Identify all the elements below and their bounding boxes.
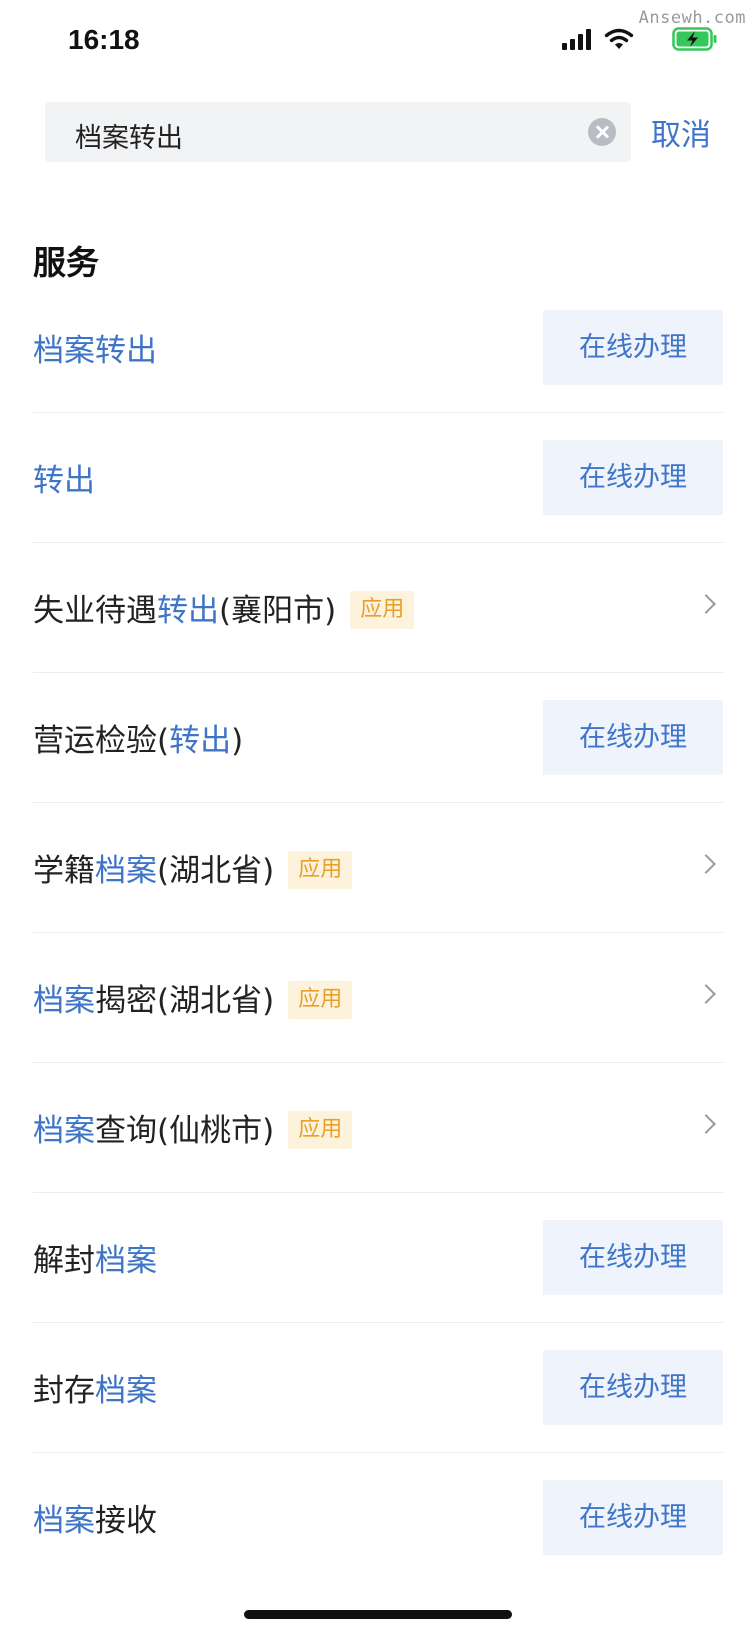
title-text: 营运检验(	[33, 723, 170, 759]
keyword-highlight: 档案	[33, 983, 95, 1019]
service-list: 档案转出 在线办理 转出 在线办理 失业待遇转出(襄阳市) 应用 营运检验(转出) 在线办理学…	[33, 283, 723, 1582]
keyword-highlight: 档案	[95, 1373, 157, 1409]
online-service-button[interactable]: 在线办理	[543, 310, 723, 385]
online-service-button[interactable]: 在线办理	[543, 1220, 723, 1295]
title-text: 查询(仙桃市)	[95, 1113, 275, 1149]
clear-icon[interactable]	[588, 118, 616, 146]
service-title: 档案揭密(湖北省) 应用	[33, 975, 353, 1022]
chevron-right-icon[interactable]	[696, 1114, 716, 1134]
home-indicator[interactable]	[244, 1610, 512, 1619]
service-title: 失业待遇转出(襄阳市) 应用	[33, 585, 415, 632]
service-item[interactable]: 营运检验(转出) 在线办理	[33, 673, 723, 803]
chevron-right-icon[interactable]	[696, 594, 716, 614]
service-item[interactable]: 档案揭密(湖北省) 应用	[33, 933, 723, 1063]
status-time: 16:18	[68, 24, 140, 55]
service-title: 封存档案	[33, 1365, 157, 1410]
chevron-right-icon[interactable]	[696, 984, 716, 1004]
service-item[interactable]: 失业待遇转出(襄阳市) 应用	[33, 543, 723, 673]
search-input[interactable]: 档案转出	[45, 102, 631, 162]
search-query[interactable]: 档案转出	[75, 116, 183, 155]
online-service-button[interactable]: 在线办理	[543, 1350, 723, 1425]
section-title: 服务	[33, 243, 99, 282]
service-item[interactable]: 封存档案 在线办理	[33, 1323, 723, 1453]
cancel-button[interactable]: 取消	[651, 110, 711, 154]
app-tag: 应用	[288, 980, 353, 1019]
wifi-icon	[604, 28, 634, 49]
service-title: 营运检验(转出)	[33, 715, 243, 760]
keyword-highlight: 档案	[33, 1503, 95, 1539]
service-title: 档案查询(仙桃市) 应用	[33, 1105, 353, 1152]
service-item[interactable]: 学籍档案(湖北省) 应用	[33, 803, 723, 933]
title-text: 封存	[33, 1373, 95, 1409]
title-text: 学籍	[33, 853, 95, 889]
title-text: 失业待遇	[33, 593, 157, 629]
service-item[interactable]: 档案接收 在线办理	[33, 1453, 723, 1582]
online-service-button[interactable]: 在线办理	[543, 700, 723, 775]
service-title: 档案接收	[33, 1495, 157, 1540]
service-item[interactable]: 解封档案 在线办理	[33, 1193, 723, 1323]
title-text: 揭密(湖北省)	[95, 983, 275, 1019]
battery-charging-icon	[672, 27, 717, 51]
online-service-button[interactable]: 在线办理	[543, 440, 723, 515]
keyword-highlight: 档案	[95, 853, 157, 889]
title-text: (襄阳市)	[219, 593, 337, 629]
service-title: 转出	[33, 455, 95, 500]
keyword-highlight: 档案	[33, 1113, 95, 1149]
online-service-button[interactable]: 在线办理	[543, 1480, 723, 1555]
keyword-highlight: 转出	[169, 723, 232, 759]
search-bar: 档案转出 取消	[45, 102, 725, 162]
status-bar: 16:18	[0, 0, 756, 80]
service-item[interactable]: 转出 在线办理	[33, 413, 723, 543]
app-tag: 应用	[350, 590, 415, 629]
app-tag: 应用	[288, 850, 353, 889]
title-text: )	[231, 723, 244, 759]
chevron-right-icon[interactable]	[696, 854, 716, 874]
title-text: 接收	[95, 1503, 157, 1539]
keyword-highlight: 转出	[33, 463, 95, 499]
service-title: 解封档案	[33, 1235, 157, 1280]
service-item[interactable]: 档案转出 在线办理	[33, 283, 723, 413]
keyword-highlight: 档案转出	[33, 333, 157, 369]
signal-icon	[562, 29, 591, 50]
title-text: 解封	[33, 1243, 95, 1279]
keyword-highlight: 档案	[95, 1243, 157, 1279]
app-tag: 应用	[288, 1110, 353, 1149]
service-title: 档案转出	[33, 325, 157, 370]
keyword-highlight: 转出	[157, 593, 219, 629]
service-title: 学籍档案(湖北省) 应用	[33, 845, 353, 892]
title-text: (湖北省)	[157, 853, 275, 889]
service-item[interactable]: 档案查询(仙桃市) 应用	[33, 1063, 723, 1193]
